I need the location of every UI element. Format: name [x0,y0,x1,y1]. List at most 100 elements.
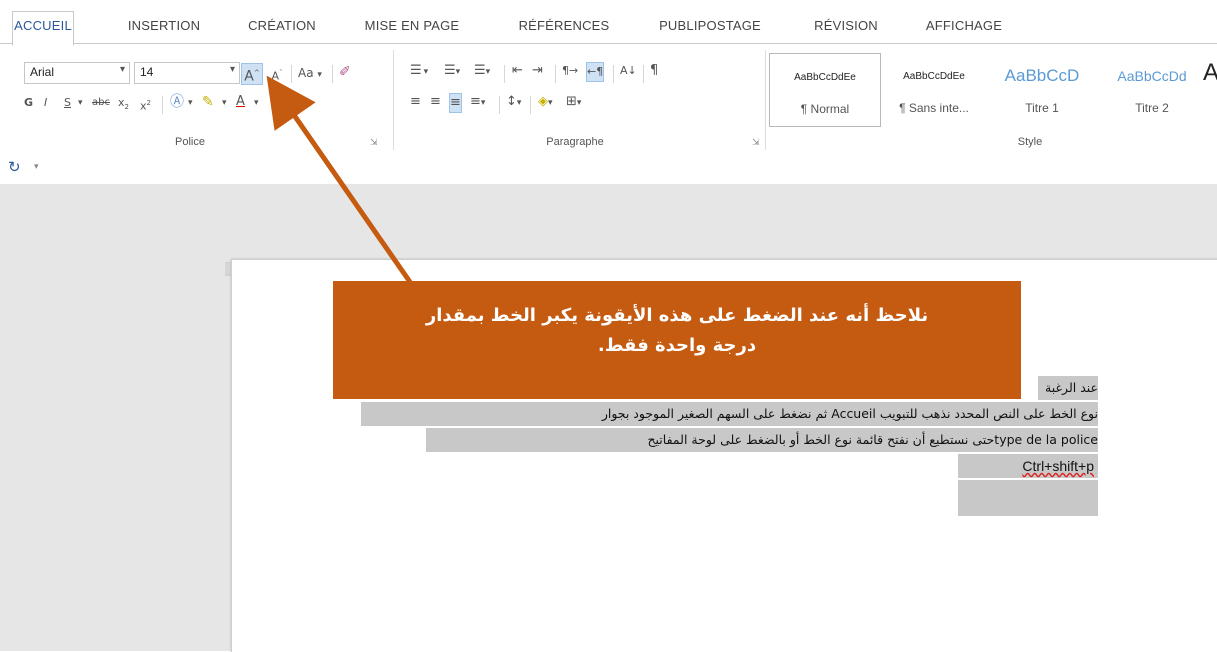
style-name: ¶ Normal [800,102,850,116]
align-center-button[interactable]: ≡ [430,93,441,111]
italic-button[interactable]: I [44,94,47,112]
borders-button[interactable]: ⊞▾ [566,93,581,112]
justify-icon: ≡ [470,94,481,109]
tab-mise-en-page[interactable]: MISE EN PAGE [352,12,472,40]
align-left-button[interactable]: ≡ [410,93,421,111]
show-marks-button[interactable]: ¶ [650,62,658,80]
style-titre-2[interactable]: AaBbCcDd Titre 2 [1097,53,1207,125]
style-sample: AaBbCcD [1004,66,1080,85]
dialog-launcher-icon[interactable]: ⇲ [752,138,760,148]
style-name: Titre 2 [1135,101,1169,115]
increase-indent-icon: ⇥ [532,63,543,78]
separator [643,65,644,83]
tab-affichage[interactable]: AFFICHAGE [912,12,1016,40]
group-label-paragraphe: Paragraphe [546,136,604,148]
pilcrow-icon: ¶ [650,63,659,78]
ribbon-tab-bar: ACCUEIL INSERTION CRÉATION MISE EN PAGE … [0,0,1217,46]
tab-creation[interactable]: CRÉATION [234,12,330,40]
style-sans-interligne[interactable]: AaBbCcDdEe ¶ Sans inte... [879,53,989,125]
separator [291,65,292,83]
text-effects-icon: Ⓐ [170,94,184,110]
align-left-icon: ≡ [410,94,421,109]
document-area: 181716151413121110987654321123 عند الرغب… [0,184,1217,652]
increase-indent-button[interactable]: ⇥ [532,62,543,80]
tab-accueil[interactable]: ACCUEIL [12,11,74,46]
callout-line-2: درجة واحدة فقط. [597,335,757,356]
subscript-button[interactable]: x2 [118,94,129,116]
style-gallery: AaBbCcDdEe ¶ Normal AaBbCcDdEe ¶ Sans in… [765,49,1217,131]
dialog-launcher-icon[interactable]: ⇲ [370,138,378,148]
chevron-down-icon[interactable]: ▾ [254,94,259,112]
ltr-button[interactable]: ¶→ [562,62,578,80]
font-name-value: Arial [30,65,55,79]
chevron-down-icon[interactable]: ▾ [188,94,193,112]
style-sample: A [1203,59,1217,86]
style-sample: AaBbCcDd [1117,68,1187,84]
sort-button[interactable]: A↓ [620,62,637,80]
rtl-icon: ←¶ [587,65,604,78]
separator [332,65,333,83]
chevron-down-icon: ▾ [455,67,461,77]
redo-icon[interactable]: ↻ [8,158,21,176]
clear-formatting-button[interactable]: ✐ [339,63,351,81]
style-name: ¶ Sans inte... [899,101,969,115]
ltr-icon: ¶→ [562,64,579,77]
strikethrough-button[interactable]: abc [92,94,110,112]
bullet-list-icon: ☰ [410,63,424,78]
rtl-button[interactable]: ←¶ [586,62,605,82]
line-spacing-button[interactable]: ↕▾ [506,93,521,112]
separator [530,96,531,114]
bullets-button[interactable]: ☰▾ [410,62,430,81]
grow-font-button[interactable]: A^ [241,63,263,85]
font-name-combo[interactable]: Arial ▾ [24,62,130,84]
justify-button[interactable]: ≡▾ [470,93,485,112]
font-color-button[interactable]: A [236,93,245,111]
chevron-down-icon[interactable]: ▾ [222,94,227,112]
change-case-label: Aa [298,66,314,80]
chevron-down-icon: ▾ [548,98,553,108]
style-sample: AaBbCcDdEe [903,71,965,82]
shrink-font-icon: A [271,69,280,83]
numbering-button[interactable]: ☰▾ [444,62,460,81]
selected-text-line[interactable]: type de la policeحتى نستطيع أن نفتح قائم… [426,428,1098,452]
align-right-button[interactable]: ≡ [449,93,462,113]
customize-toolbar-icon[interactable]: ▾ [34,162,39,172]
decrease-indent-button[interactable]: ⇤ [512,62,523,80]
line-spacing-icon: ↕ [506,94,517,109]
underline-button[interactable]: S [64,94,71,112]
tab-publipostage[interactable]: PUBLIPOSTAGE [642,12,778,40]
highlighter-icon: ✎ [202,94,214,110]
selected-text-line[interactable]: عند الرغبة [1038,376,1098,400]
shrink-font-button[interactable]: Aˇ [268,64,286,86]
bold-button[interactable]: G [24,94,33,112]
multilevel-list-button[interactable]: ☰▾ [474,62,490,81]
align-right-icon: ≡ [450,95,461,110]
group-label-police: Police [175,136,205,148]
chevron-down-icon: ▾ [229,64,235,75]
font-size-combo[interactable]: 14 ▾ [134,62,240,84]
numbered-list-icon: ☰ [444,63,456,78]
shading-button[interactable]: ◈▾ [538,93,553,112]
superscript-button[interactable]: x2 [140,94,151,116]
callout-line-1: نلاحظ أنه عند الضغط على هذه الأيقونة يكب… [425,305,929,326]
selection-fill [958,480,1098,516]
style-sample: AaBbCcDdEe [794,72,856,83]
style-titre-1[interactable]: AaBbCcD Titre 1 [987,53,1097,125]
style-title[interactable]: A [1203,53,1217,125]
selected-text-line[interactable]: Ctrl+shift+p [958,454,1098,478]
group-separator [393,50,394,150]
paint-bucket-icon: ◈ [538,94,548,109]
highlight-button[interactable]: ✎ [202,93,214,111]
quick-access-row: ↻ ▾ [0,156,1217,184]
tab-insertion[interactable]: INSERTION [112,12,216,40]
style-normal[interactable]: AaBbCcDdEe ¶ Normal [769,53,881,127]
chevron-down-icon: ▾ [480,98,486,108]
separator [613,65,614,83]
selected-text-line[interactable]: نوع الخط على النص المحدد نذهب للتبويب Ac… [361,402,1098,426]
tab-revision[interactable]: RÉVISION [800,12,892,40]
tab-references[interactable]: RÉFÉRENCES [506,12,622,40]
multilevel-list-icon: ☰ [474,63,486,78]
change-case-button[interactable]: Aa ▾ [298,64,322,84]
chevron-down-icon[interactable]: ▾ [78,94,83,112]
text-effects-button[interactable]: Ⓐ [170,93,184,111]
